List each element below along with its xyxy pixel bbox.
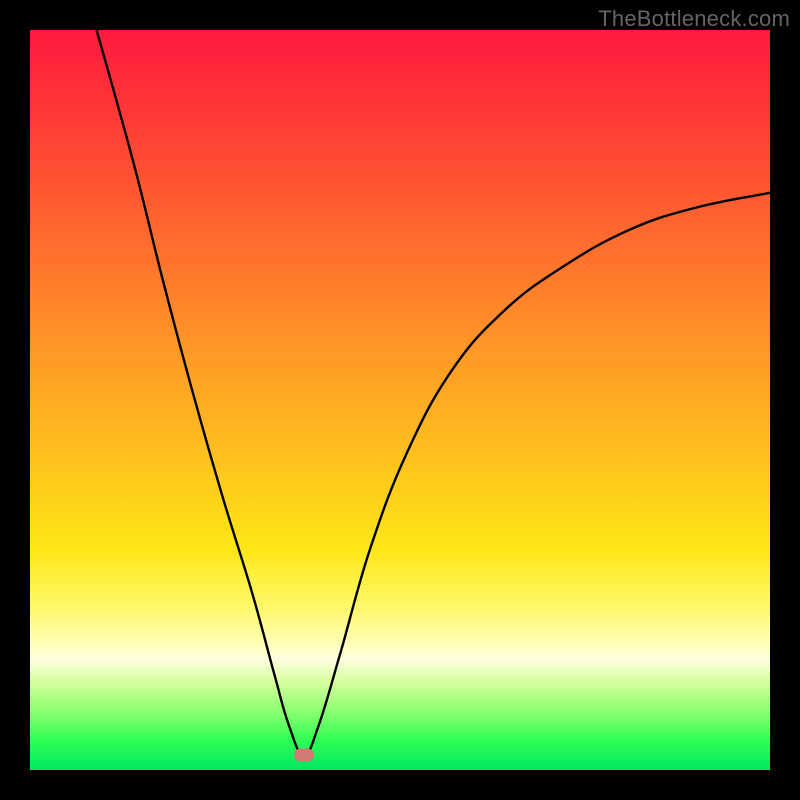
bottleneck-curve — [30, 30, 770, 770]
chart-frame: TheBottleneck.com — [0, 0, 800, 800]
watermark-text: TheBottleneck.com — [598, 6, 790, 32]
minimum-marker — [294, 749, 314, 762]
chart-plot-area — [30, 30, 770, 770]
